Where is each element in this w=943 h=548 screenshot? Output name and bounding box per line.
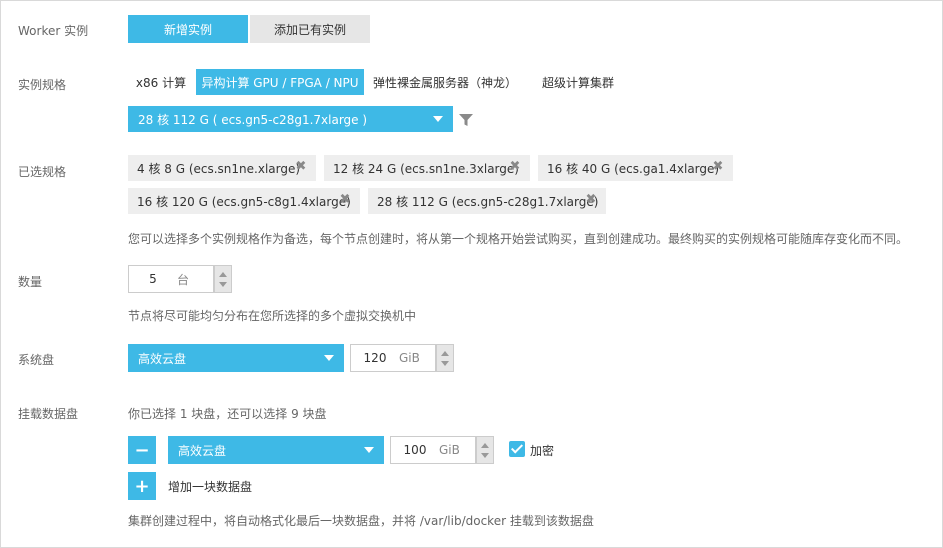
chip-label: 28 核 112 G (ecs.gn5-c28g1.7xlarge) bbox=[377, 194, 599, 209]
datadisk-type-value: 高效云盘 bbox=[178, 443, 227, 458]
datadisk-hint: 集群创建过程中，将自动格式化最后一块数据盘，并将 /var/lib/docker… bbox=[128, 514, 594, 528]
tab-x86[interactable]: x86 计算 bbox=[130, 69, 192, 95]
datadisk-size-input[interactable]: 100 GiB bbox=[390, 436, 476, 464]
selected-spec-chip: 28 核 112 G (ecs.gn5-c28g1.7xlarge) ✖ bbox=[368, 188, 606, 214]
datadisk-unit: GiB bbox=[439, 443, 460, 457]
stepper-down-icon[interactable] bbox=[219, 282, 227, 287]
encrypt-checkbox[interactable] bbox=[509, 441, 525, 457]
close-icon[interactable]: ✖ bbox=[294, 160, 308, 174]
add-datadisk-label[interactable]: 增加一块数据盘 bbox=[168, 478, 252, 495]
selected-spec-chip: 16 核 120 G (ecs.gn5-c8g1.4xlarge) ✖ bbox=[128, 188, 360, 214]
chip-label: 16 核 120 G (ecs.gn5-c8g1.4xlarge) bbox=[137, 194, 351, 209]
sysdisk-unit: GiB bbox=[399, 351, 420, 365]
count-unit: 台 bbox=[177, 272, 190, 287]
spec-label: 实例规格 bbox=[18, 78, 67, 92]
count-value: 5 bbox=[149, 272, 157, 286]
new-instance-button[interactable]: 新增实例 bbox=[128, 15, 248, 43]
chevron-down-icon bbox=[433, 116, 443, 122]
chip-label: 4 核 8 G (ecs.sn1ne.xlarge) bbox=[137, 161, 301, 176]
stepper-down-icon[interactable] bbox=[481, 453, 489, 458]
count-hint: 节点将尽可能均匀分布在您所选择的多个虚拟交换机中 bbox=[128, 309, 417, 323]
sysdisk-type-value: 高效云盘 bbox=[138, 351, 187, 366]
filter-icon[interactable] bbox=[458, 112, 474, 128]
sysdisk-size-value: 120 bbox=[363, 351, 387, 365]
sysdisk-size-input[interactable]: 120 GiB bbox=[350, 344, 436, 372]
remove-datadisk-button[interactable]: − bbox=[128, 436, 156, 464]
sysdisk-type-select[interactable]: 高效云盘 bbox=[128, 344, 344, 372]
tab-super-computing[interactable]: 超级计算集群 bbox=[532, 69, 624, 95]
datadisk-summary: 你已选择 1 块盘，还可以选择 9 块盘 bbox=[128, 407, 327, 421]
spec-select[interactable]: 28 核 112 G ( ecs.gn5-c28g1.7xlarge ) bbox=[128, 106, 453, 132]
stepper-down-icon[interactable] bbox=[441, 361, 449, 366]
stepper-up-icon[interactable] bbox=[481, 443, 489, 448]
datadisk-label: 挂载数据盘 bbox=[18, 407, 79, 421]
close-icon[interactable]: ✖ bbox=[584, 193, 598, 207]
spec-hint: 您可以选择多个实例规格作为备选，每个节点创建时，将从第一个规格开始尝试购买，直到… bbox=[128, 232, 909, 246]
selected-specs-label: 已选规格 bbox=[18, 165, 67, 179]
worker-label: Worker 实例 bbox=[18, 24, 89, 38]
datadisk-stepper[interactable] bbox=[476, 436, 494, 464]
chip-label: 16 核 40 G (ecs.ga1.4xlarge) bbox=[547, 161, 720, 176]
chip-label: 12 核 24 G (ecs.sn1ne.3xlarge) bbox=[333, 161, 519, 176]
encrypt-label: 加密 bbox=[530, 444, 555, 458]
chevron-down-icon bbox=[364, 447, 374, 453]
datadisk-type-select[interactable]: 高效云盘 bbox=[168, 436, 384, 464]
stepper-up-icon[interactable] bbox=[219, 272, 227, 277]
selected-spec-chip: 16 核 40 G (ecs.ga1.4xlarge) ✖ bbox=[538, 155, 733, 181]
close-icon[interactable]: ✖ bbox=[711, 160, 725, 174]
count-input[interactable]: 5 台 bbox=[128, 265, 214, 293]
selected-spec-chip: 12 核 24 G (ecs.sn1ne.3xlarge) ✖ bbox=[324, 155, 530, 181]
count-label: 数量 bbox=[18, 275, 43, 289]
tab-bare-metal[interactable]: 弹性裸金属服务器（神龙） bbox=[370, 69, 520, 95]
add-existing-instance-button[interactable]: 添加已有实例 bbox=[250, 15, 370, 43]
tab-heterogeneous[interactable]: 异构计算 GPU / FPGA / NPU bbox=[196, 69, 364, 95]
chevron-down-icon bbox=[324, 355, 334, 361]
sysdisk-stepper[interactable] bbox=[436, 344, 454, 372]
close-icon[interactable]: ✖ bbox=[508, 160, 522, 174]
add-datadisk-button[interactable]: + bbox=[128, 472, 156, 500]
count-stepper[interactable] bbox=[214, 265, 232, 293]
selected-spec-chip: 4 核 8 G (ecs.sn1ne.xlarge) ✖ bbox=[128, 155, 316, 181]
close-icon[interactable]: ✖ bbox=[338, 193, 352, 207]
spec-select-value: 28 核 112 G ( ecs.gn5-c28g1.7xlarge ) bbox=[138, 112, 368, 127]
sysdisk-label: 系统盘 bbox=[18, 353, 55, 367]
stepper-up-icon[interactable] bbox=[441, 351, 449, 356]
datadisk-size-value: 100 bbox=[403, 443, 427, 457]
